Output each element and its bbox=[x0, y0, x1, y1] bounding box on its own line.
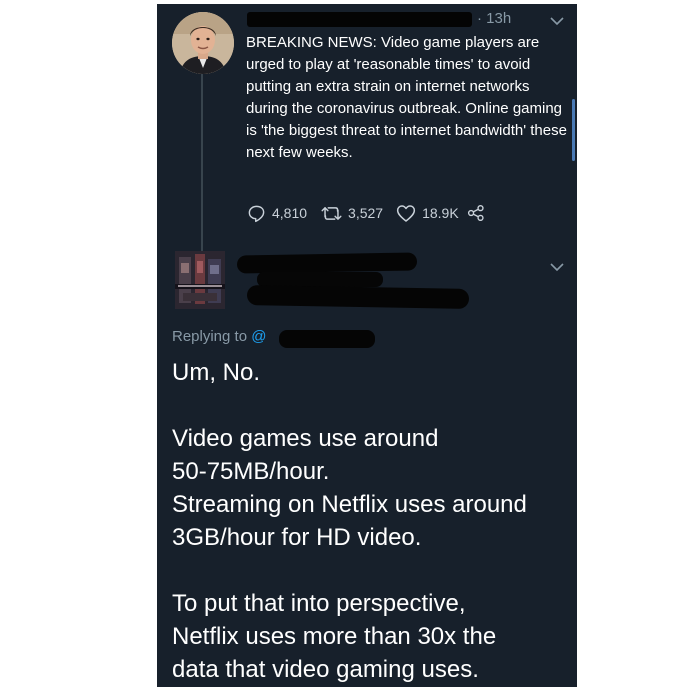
share-icon bbox=[467, 204, 484, 222]
reply-line: data that video gaming uses. bbox=[172, 656, 479, 683]
reply-line: Netflix uses more than 30x the bbox=[172, 623, 497, 650]
retweet-button[interactable]: 3,527 bbox=[321, 204, 396, 223]
reply-line: 3GB/hour for HD video. bbox=[172, 524, 422, 551]
reply-line: 50-75MB/hour. bbox=[172, 458, 330, 485]
replying-to-label: Replying to bbox=[172, 328, 252, 345]
redacted-reply-name bbox=[236, 252, 418, 274]
chevron-down-icon[interactable] bbox=[549, 15, 565, 27]
redacted-reply-handle bbox=[246, 285, 470, 309]
tweet-actions: 4,810 3,527 18.9K bbox=[247, 202, 485, 224]
reply-count: 4,810 bbox=[272, 205, 308, 221]
scrollbar[interactable] bbox=[572, 99, 575, 161]
chevron-down-icon[interactable] bbox=[549, 261, 565, 273]
retweet-icon bbox=[321, 206, 342, 220]
author-avatar[interactable] bbox=[172, 12, 234, 74]
reply-line: Streaming on Netflix uses around bbox=[172, 491, 527, 518]
redacted-author-name bbox=[247, 12, 472, 27]
reply-button[interactable]: 4,810 bbox=[247, 204, 321, 223]
avatar-image bbox=[175, 251, 225, 309]
like-button[interactable]: 18.9K bbox=[396, 204, 467, 223]
twitter-screen: · 13h BREAKING NEWS: Video game players … bbox=[157, 4, 577, 687]
avatar-image bbox=[172, 12, 234, 74]
replying-to: Replying to @ bbox=[172, 328, 266, 345]
redacted-replying-handle bbox=[279, 330, 375, 348]
like-count: 18.9K bbox=[422, 205, 459, 221]
reply-author-avatar[interactable] bbox=[175, 251, 225, 309]
heart-icon bbox=[397, 204, 416, 222]
reply-line: Um, No. bbox=[172, 359, 261, 386]
retweet-count: 3,527 bbox=[348, 205, 384, 221]
reply-icon bbox=[248, 205, 265, 222]
replying-to-handle[interactable]: @ bbox=[251, 328, 266, 345]
thread-line bbox=[201, 70, 203, 256]
reply-line: Video games use around bbox=[172, 425, 439, 452]
tweet-timestamp[interactable]: · 13h bbox=[477, 10, 511, 27]
share-button[interactable] bbox=[467, 204, 485, 222]
reply-line: To put that into perspective, bbox=[172, 590, 466, 617]
tweet-text: BREAKING NEWS: Video game players are ur… bbox=[246, 34, 567, 161]
reply-text: Um, No. Video games use around 50-75MB/h… bbox=[172, 356, 572, 686]
